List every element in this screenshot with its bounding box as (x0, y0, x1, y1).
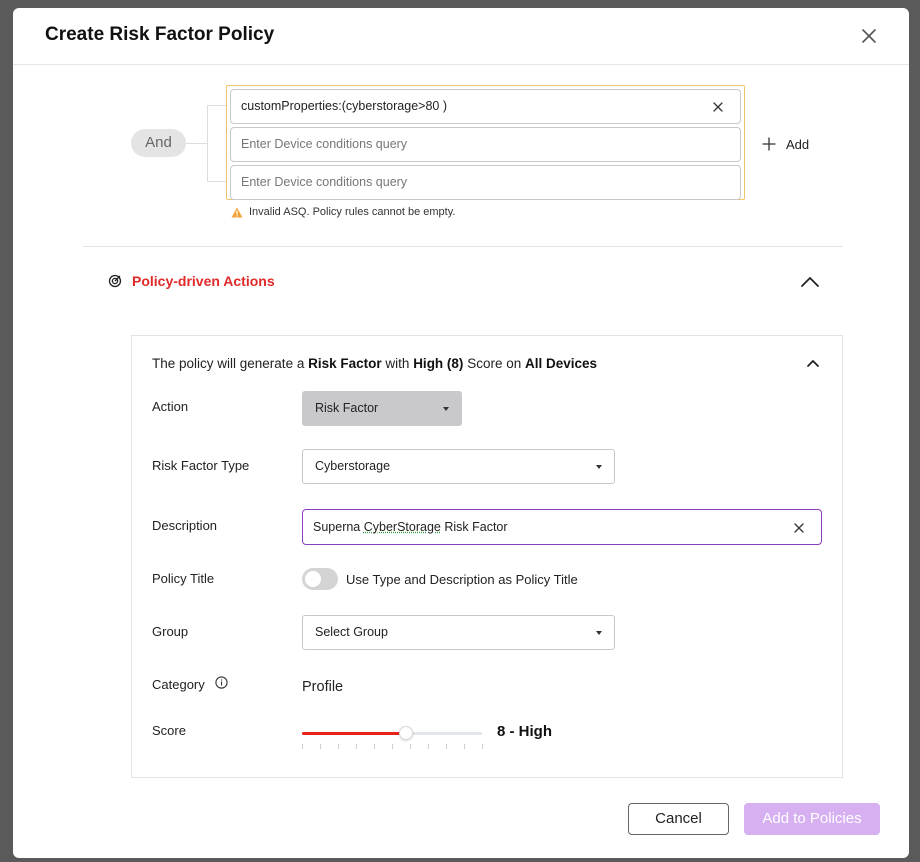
risk-factor-type-select[interactable]: Cyberstorage (302, 449, 615, 484)
summary-target: All Devices (525, 356, 598, 371)
caret-down-icon (596, 465, 602, 469)
add-to-policies-button[interactable]: Add to Policies (744, 803, 880, 835)
description-spellcheck-word: CyberStorage (363, 520, 441, 534)
description-text-start: Superna (313, 520, 364, 534)
description-input[interactable]: Superna CyberStorage Risk Factor (302, 509, 822, 545)
summary-action: Risk Factor (308, 356, 382, 371)
risk-factor-type-label: Risk Factor Type (152, 458, 250, 473)
slider-tick (446, 744, 447, 749)
slider-fill (302, 732, 406, 735)
action-panel: The policy will generate a Risk Factor w… (131, 335, 843, 778)
clear-icon[interactable] (712, 101, 724, 113)
modal-header: Create Risk Factor Policy (13, 8, 909, 65)
add-condition-label: Add (786, 136, 810, 152)
description-text-end: Risk Factor (440, 520, 508, 534)
action-label: Action (152, 399, 189, 414)
condition-query-text: customProperties:(cyberstorage>80 ) (241, 99, 447, 113)
group-select[interactable]: Select Group (302, 615, 615, 650)
info-icon[interactable] (215, 676, 228, 689)
tree-connector (207, 181, 227, 182)
category-value: Profile (302, 679, 344, 695)
category-label: Category (152, 677, 205, 692)
policy-title-toggle[interactable] (302, 568, 338, 590)
slider-tick (392, 744, 393, 749)
policy-summary: The policy will generate a Risk Factor w… (152, 356, 597, 371)
condition-query-input-2[interactable]: Enter Device conditions query (230, 127, 741, 162)
chevron-up-icon[interactable] (806, 358, 820, 368)
condition-query-input-1[interactable]: customProperties:(cyberstorage>80 ) (230, 89, 741, 124)
action-select-value: Risk Factor (315, 401, 379, 415)
slider-tick (428, 744, 429, 749)
close-icon[interactable] (859, 26, 879, 46)
slider-tick (356, 744, 357, 749)
section-title: Policy-driven Actions (132, 273, 275, 289)
group-label: Group (152, 624, 189, 639)
toggle-knob (305, 571, 321, 587)
create-policy-modal: Create Risk Factor Policy And customProp… (13, 8, 909, 858)
score-slider[interactable] (302, 726, 483, 754)
slider-tick (410, 744, 411, 749)
summary-score: High (8) (413, 356, 464, 371)
add-condition-button[interactable]: Add (762, 134, 809, 154)
validation-error: Invalid ASQ. Policy rules cannot be empt… (231, 206, 455, 218)
score-value: 8 - High (497, 723, 552, 740)
policy-title-toggle-label: Use Type and Description as Policy Title (346, 572, 578, 587)
caret-down-icon (596, 631, 602, 635)
target-icon (108, 274, 122, 288)
warning-icon (231, 207, 243, 217)
risk-factor-type-value: Cyberstorage (315, 459, 391, 473)
modal-title: Create Risk Factor Policy (45, 24, 275, 45)
plus-icon (762, 137, 776, 151)
chevron-up-icon[interactable] (800, 274, 820, 288)
caret-down-icon (443, 407, 449, 411)
condition-query-placeholder: Enter Device conditions query (241, 175, 408, 189)
tree-connector (186, 143, 207, 144)
validation-error-text: Invalid ASQ. Policy rules cannot be empt… (249, 206, 456, 218)
description-label: Description (152, 518, 218, 533)
group-select-value: Select Group (315, 625, 388, 639)
slider-tick (482, 744, 483, 749)
slider-tick (464, 744, 465, 749)
rules-group: customProperties:(cyberstorage>80 ) Ente… (226, 85, 745, 200)
slider-tick (320, 744, 321, 749)
condition-query-placeholder: Enter Device conditions query (241, 137, 408, 151)
policy-title-label: Policy Title (152, 571, 215, 586)
condition-query-input-3[interactable]: Enter Device conditions query (230, 165, 741, 200)
clear-icon[interactable] (793, 522, 805, 534)
summary-score-on: Score on (467, 356, 522, 371)
tree-connector (207, 105, 227, 106)
slider-tick (374, 744, 375, 749)
logic-operator-pill[interactable]: And (131, 129, 186, 157)
policy-actions-header[interactable]: Policy-driven Actions (108, 273, 275, 289)
slider-tick (302, 744, 303, 749)
tree-connector (207, 105, 208, 181)
section-divider (83, 246, 843, 247)
score-label: Score (152, 723, 186, 738)
cancel-button[interactable]: Cancel (628, 803, 729, 835)
summary-with: with (385, 356, 410, 371)
action-select[interactable]: Risk Factor (302, 391, 462, 426)
summary-prefix: The policy will generate a (152, 356, 305, 371)
slider-thumb[interactable] (399, 726, 413, 740)
slider-tick (338, 744, 339, 749)
